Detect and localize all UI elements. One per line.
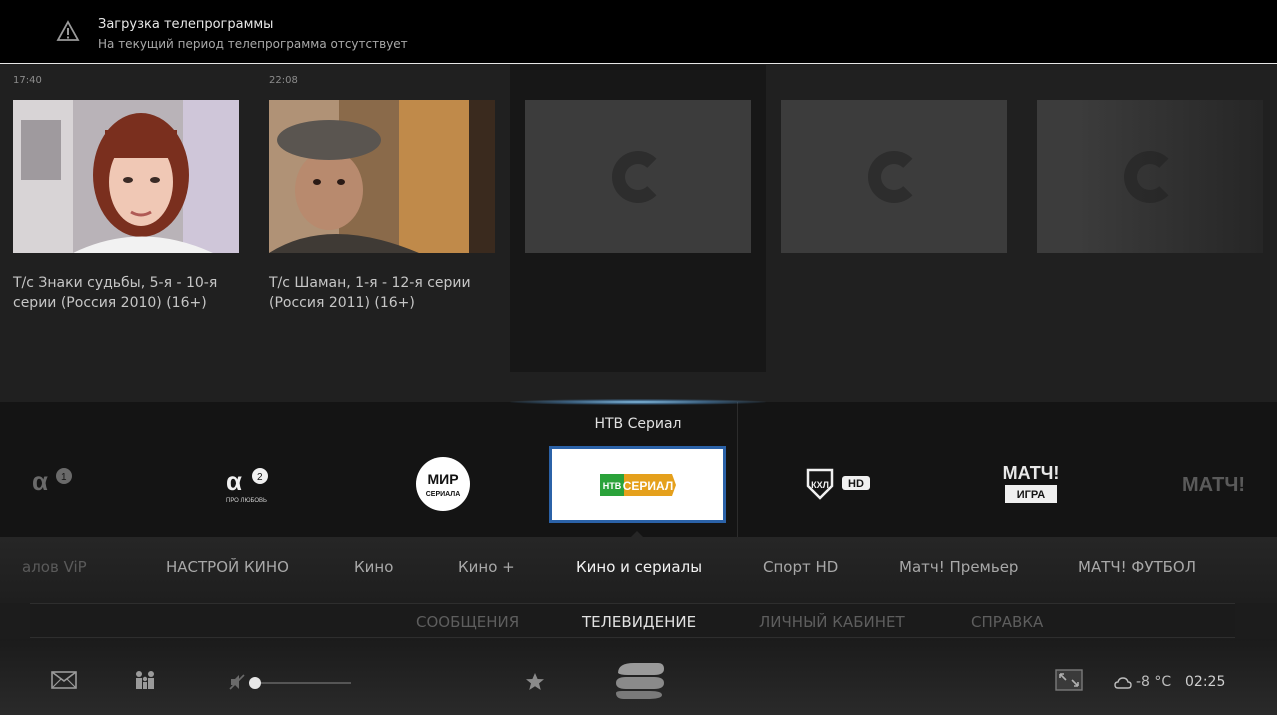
- svg-text:ИГРА: ИГРА: [1017, 489, 1046, 501]
- cloud-icon: [1114, 676, 1132, 689]
- mail-icon[interactable]: [51, 671, 77, 689]
- mute-icon[interactable]: [229, 674, 245, 690]
- svg-text:МАТЧ!: МАТЧ!: [1182, 474, 1245, 496]
- program-description: Т/с Шаман, 1-я - 12-я серии (Россия 2011…: [269, 275, 471, 311]
- main-menu: СООБЩЕНИЯ ТЕЛЕВИДЕНИЕ ЛИЧНЫЙ КАБИНЕТ СПР…: [30, 603, 1235, 638]
- placeholder-thumbnail: [781, 100, 1007, 253]
- channel-divider: [737, 402, 738, 537]
- placeholder-logo-icon: [868, 150, 920, 203]
- selection-glow: [510, 399, 766, 405]
- menu-item-television[interactable]: ТЕЛЕВИДЕНИЕ: [582, 613, 696, 631]
- warning-icon: [56, 20, 80, 41]
- volume-slider-track[interactable]: [256, 682, 351, 684]
- weather-widget: -8 °C: [1114, 674, 1171, 690]
- svg-text:МАТЧ!: МАТЧ!: [1003, 463, 1060, 483]
- program-card[interactable]: 22:08 Т/с Шаман, 1-я - 12-я серии (Росси…: [269, 65, 505, 315]
- menu-item-help[interactable]: СПРАВКА: [971, 613, 1043, 631]
- notification-bar: Загрузка телепрограммы На текущий период…: [0, 0, 1277, 64]
- svg-text:НТВ: НТВ: [602, 481, 621, 491]
- channel-packages-row: алов ViP НАСТРОЙ КИНО Кино Кино + Кино и…: [0, 537, 1277, 603]
- program-thumbnail: [269, 100, 495, 253]
- program-card[interactable]: 17:40 Т/с Знаки судьбы, 5-я - 10-я серии…: [13, 65, 249, 315]
- notification-subtitle: На текущий период телепрограмма отсутств…: [98, 37, 408, 51]
- package-item[interactable]: НАСТРОЙ КИНО: [166, 558, 289, 576]
- svg-text:СЕРИАЛА: СЕРИАЛА: [426, 491, 461, 498]
- channel-logo-khl-hd[interactable]: КХЛ HD: [804, 459, 874, 509]
- program-listing: 17:40 Т/с Знаки судьбы, 5-я - 10-я серии…: [0, 65, 1277, 402]
- fullscreen-icon[interactable]: [1055, 669, 1083, 691]
- package-item[interactable]: Матч! Премьер: [899, 558, 1018, 576]
- channel-logo-a2[interactable]: α 2 ПРО ЛЮБОВЬ: [218, 459, 278, 509]
- svg-text:α: α: [226, 466, 242, 496]
- placeholder-logo-icon: [612, 150, 664, 203]
- package-item-active[interactable]: Кино и сериалы: [576, 558, 702, 576]
- placeholder-thumbnail: [525, 100, 751, 253]
- volume-slider-knob[interactable]: [249, 677, 261, 689]
- package-item[interactable]: Кино +: [458, 558, 515, 576]
- bottom-bar: -8 °C 02:25: [0, 639, 1277, 715]
- brand-logo-icon[interactable]: [614, 661, 666, 701]
- svg-text:МИР: МИР: [427, 471, 458, 487]
- svg-text:1: 1: [61, 472, 67, 483]
- menu-item-account[interactable]: ЛИЧНЫЙ КАБИНЕТ: [759, 613, 905, 631]
- package-item[interactable]: Спорт HD: [763, 558, 838, 576]
- selected-channel-name: НТВ Сериал: [594, 416, 682, 432]
- notification-title: Загрузка телепрограммы: [98, 17, 274, 32]
- svg-text:ПРО ЛЮБОВЬ: ПРО ЛЮБОВЬ: [226, 498, 267, 504]
- svg-text:HD: HD: [848, 478, 864, 490]
- package-item[interactable]: алов ViP: [22, 558, 87, 576]
- program-thumbnail: [13, 100, 239, 253]
- parental-control-icon[interactable]: [133, 670, 157, 690]
- channel-logo-match-igra[interactable]: МАТЧ! ИГРА: [997, 459, 1065, 509]
- svg-text:СЕРИАЛ: СЕРИАЛ: [622, 479, 673, 493]
- temperature-text: -8 °C: [1136, 674, 1172, 690]
- channel-logo-ntv-serial-selected[interactable]: НТВ СЕРИАЛ: [549, 446, 726, 523]
- package-item[interactable]: МАТЧ! ФУТБОЛ: [1078, 558, 1196, 576]
- edge-fade: [1077, 65, 1277, 402]
- favorite-star-icon[interactable]: [525, 672, 545, 691]
- program-card-placeholder[interactable]: [781, 65, 1017, 315]
- channel-logo-match[interactable]: МАТЧ!: [1180, 459, 1250, 509]
- svg-text:α: α: [32, 466, 48, 496]
- channel-strip: НТВ Сериал α 1 α 2 ПРО ЛЮБОВЬ МИР СЕРИАЛ…: [0, 402, 1277, 539]
- channel-logo-mir-seriala[interactable]: МИР СЕРИАЛА: [414, 457, 472, 511]
- package-item[interactable]: Кино: [354, 558, 393, 576]
- channel-logo-a1[interactable]: α 1: [28, 459, 84, 509]
- svg-text:КХЛ: КХЛ: [811, 480, 829, 490]
- program-time: 22:08: [269, 75, 298, 86]
- program-time: 17:40: [13, 75, 42, 86]
- clock: 02:25: [1185, 674, 1226, 690]
- program-card-placeholder[interactable]: [525, 65, 761, 315]
- program-description: Т/с Знаки судьбы, 5-я - 10-я серии (Росс…: [13, 275, 218, 311]
- svg-text:2: 2: [257, 472, 263, 483]
- menu-item-messages[interactable]: СООБЩЕНИЯ: [416, 613, 519, 631]
